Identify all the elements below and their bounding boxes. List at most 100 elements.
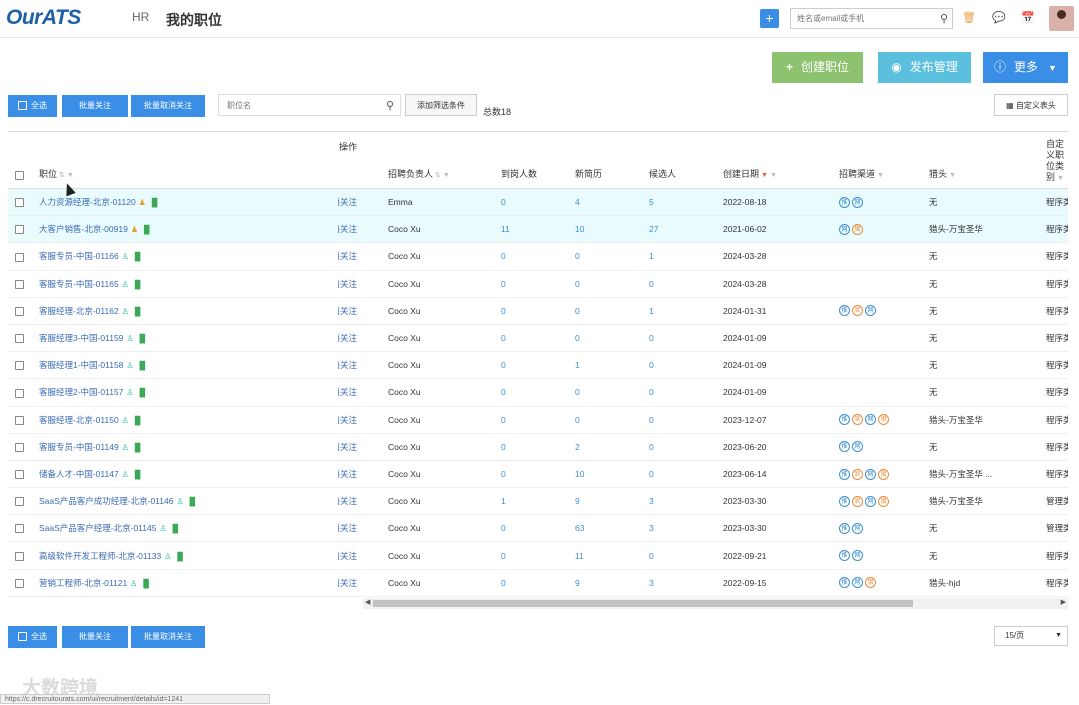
scroll-thumb[interactable]	[373, 600, 913, 607]
table-row[interactable]: 客服专员-中国-01165♙▐▌取消关注Coco Xu0002024-03-28…	[8, 270, 1068, 298]
row-checkbox[interactable]	[8, 541, 38, 570]
hired-cell[interactable]: 0	[500, 433, 574, 461]
new-resume-cell[interactable]: 0	[574, 297, 648, 325]
candidates-cell[interactable]: 0	[648, 378, 722, 407]
create-job-button[interactable]: + 创建职位	[772, 52, 863, 83]
row-checkbox[interactable]	[8, 378, 38, 407]
job-cell[interactable]: SaaS产品客户经理-北京-01145 ♙ ▐▌	[38, 514, 338, 543]
per-page-select[interactable]: 15/页 ▼	[994, 626, 1068, 646]
bulk-follow-button[interactable]: 批量关注	[62, 95, 128, 117]
unfollow-link[interactable]: 取消关注	[338, 415, 357, 425]
hired-cell[interactable]: 0	[500, 351, 574, 380]
row-checkbox[interactable]	[8, 487, 38, 516]
new-resume-cell[interactable]: 1	[574, 351, 648, 380]
row-checkbox[interactable]	[8, 514, 38, 543]
hired-cell[interactable]: 0	[500, 514, 574, 543]
add-filter-button[interactable]: 添加筛选条件	[405, 94, 477, 116]
candidates-cell[interactable]: 27	[648, 215, 722, 244]
new-resume-cell[interactable]: 0	[574, 324, 648, 353]
unfollow-link[interactable]: 取消关注	[338, 251, 357, 261]
job-cell[interactable]: 客服经理2-中国-01157 ♙ ▐▌	[38, 378, 338, 407]
new-resume-cell[interactable]: 0	[574, 270, 648, 298]
job-link[interactable]: 客服经理1-中国-01158	[39, 360, 123, 370]
new-resume-cell[interactable]: 10	[574, 215, 648, 244]
new-resume-cell[interactable]: 11	[574, 541, 648, 570]
publish-management-button[interactable]: ◉ 发布管理	[878, 52, 971, 83]
bar-chart-icon[interactable]: ▐▌	[137, 334, 148, 343]
select-all-button[interactable]: 全选	[8, 95, 57, 117]
table-row[interactable]: SaaS产品客户成功经理-北京-01146♙▐▌取消关注Coco Xu19320…	[8, 487, 1068, 516]
col-owner[interactable]: 招聘负责人 ⇅ ▼	[382, 132, 500, 189]
col-hunter[interactable]: 猎头 ▼	[928, 132, 1045, 189]
unfollow-link[interactable]: 取消关注	[338, 306, 357, 316]
job-link[interactable]: 大客户销售-北京-00919	[39, 224, 128, 234]
bulk-follow-button-bottom[interactable]: 批量关注	[62, 626, 128, 648]
unfollow-link[interactable]: 取消关注	[338, 442, 357, 452]
new-resume-cell[interactable]: 9	[574, 487, 648, 516]
search-input[interactable]	[791, 9, 943, 28]
col-channel[interactable]: 招聘渠道 ▼	[838, 132, 928, 189]
unfollow-link[interactable]: 取消关注	[338, 333, 357, 343]
table-row[interactable]: 客服经理-北京-01162♙▐▌取消关注Coco Xu0012024-01-31…	[8, 297, 1068, 325]
candidates-cell[interactable]: 0	[648, 406, 722, 434]
bar-chart-icon[interactable]: ▐▌	[137, 388, 148, 397]
row-checkbox[interactable]	[8, 324, 38, 353]
table-row[interactable]: 储备人才-中国-01147♙▐▌取消关注Coco Xu01002023-06-1…	[8, 460, 1068, 489]
unfollow-link[interactable]: 取消关注	[338, 551, 357, 561]
unfollow-link[interactable]: 取消关注	[338, 387, 357, 397]
bar-chart-icon[interactable]: ▐▌	[132, 416, 143, 425]
hired-cell[interactable]: 0	[500, 188, 574, 217]
job-link[interactable]: 高级软件开发工程师-北京-01133	[39, 551, 161, 561]
unfollow-link[interactable]: 取消关注	[338, 360, 357, 370]
unfollow-link[interactable]: 取消关注	[338, 523, 357, 533]
col-candidates[interactable]: 候选人	[648, 132, 722, 189]
more-button[interactable]: ⓘ 更多 ▼	[983, 52, 1068, 83]
job-link[interactable]: 人力资源经理-北京-01120	[39, 197, 136, 207]
bar-chart-icon[interactable]: ▐▌	[132, 252, 143, 261]
header-checkbox[interactable]	[8, 132, 38, 189]
hired-cell[interactable]: 0	[500, 460, 574, 489]
bar-chart-icon[interactable]: ▐▌	[132, 307, 143, 316]
hired-cell[interactable]: 11	[500, 215, 574, 244]
horizontal-scrollbar[interactable]: ◀ ▶	[363, 598, 1068, 609]
candidates-cell[interactable]: 0	[648, 324, 722, 353]
job-cell[interactable]: 大客户销售-北京-00919 ♟ ▐▌	[38, 215, 338, 244]
table-row[interactable]: 营销工程师-北京-01121♙▐▌取消关注Coco Xu0932022-09-1…	[8, 569, 1068, 597]
row-checkbox[interactable]	[8, 215, 38, 244]
table-row[interactable]: 客服经理1-中国-01158♙▐▌取消关注Coco Xu0102024-01-0…	[8, 351, 1068, 380]
job-link[interactable]: 客服经理3-中国-01159	[39, 333, 123, 343]
bar-chart-icon[interactable]: ▐▌	[174, 552, 185, 561]
candidates-cell[interactable]: 0	[648, 351, 722, 380]
bar-chart-icon[interactable]: ▐▌	[141, 225, 152, 234]
row-checkbox[interactable]	[8, 433, 38, 461]
unfollow-link[interactable]: 取消关注	[338, 279, 357, 289]
hired-cell[interactable]: 0	[500, 270, 574, 298]
bulk-unfollow-button-bottom[interactable]: 批量取消关注	[131, 626, 205, 648]
table-row[interactable]: SaaS产品客户经理-北京-01145♙▐▌取消关注Coco Xu0633202…	[8, 514, 1068, 543]
new-resume-cell[interactable]: 63	[574, 514, 648, 543]
new-resume-cell[interactable]: 10	[574, 460, 648, 489]
job-cell[interactable]: SaaS产品客户成功经理-北京-01146 ♙ ▐▌	[38, 487, 338, 516]
col-job[interactable]: 职位 ⇅ ▼	[38, 132, 338, 189]
hired-cell[interactable]: 0	[500, 324, 574, 353]
job-cell[interactable]: 储备人才-中国-01147 ♙ ▐▌	[38, 460, 338, 489]
new-resume-cell[interactable]: 0	[574, 406, 648, 434]
bar-chart-icon[interactable]: ▐▌	[149, 198, 160, 207]
table-row[interactable]: 客服专员-中国-01149♙▐▌取消关注Coco Xu0202023-06-20…	[8, 433, 1068, 461]
add-button[interactable]: +	[760, 9, 779, 28]
row-checkbox[interactable]	[8, 460, 38, 489]
job-cell[interactable]: 客服专员-中国-01166 ♙ ▐▌	[38, 242, 338, 271]
bar-chart-icon[interactable]: ▐▌	[187, 497, 198, 506]
table-row[interactable]: 客服经理2-中国-01157♙▐▌取消关注Coco Xu0002024-01-0…	[8, 378, 1068, 407]
new-resume-cell[interactable]: 2	[574, 433, 648, 461]
candidates-cell[interactable]: 3	[648, 514, 722, 543]
scroll-left-icon[interactable]: ◀	[365, 598, 370, 606]
search-icon[interactable]: ⚲	[386, 99, 394, 112]
row-checkbox[interactable]	[8, 188, 38, 217]
job-cell[interactable]: 人力资源经理-北京-01120 ♟ ▐▌	[38, 188, 338, 217]
job-link[interactable]: SaaS产品客户经理-北京-01145	[39, 523, 156, 533]
hired-cell[interactable]: 1	[500, 487, 574, 516]
candidates-cell[interactable]: 0	[648, 270, 722, 298]
hired-cell[interactable]: 0	[500, 569, 574, 597]
job-link[interactable]: 客服经理-北京-01162	[39, 306, 119, 316]
